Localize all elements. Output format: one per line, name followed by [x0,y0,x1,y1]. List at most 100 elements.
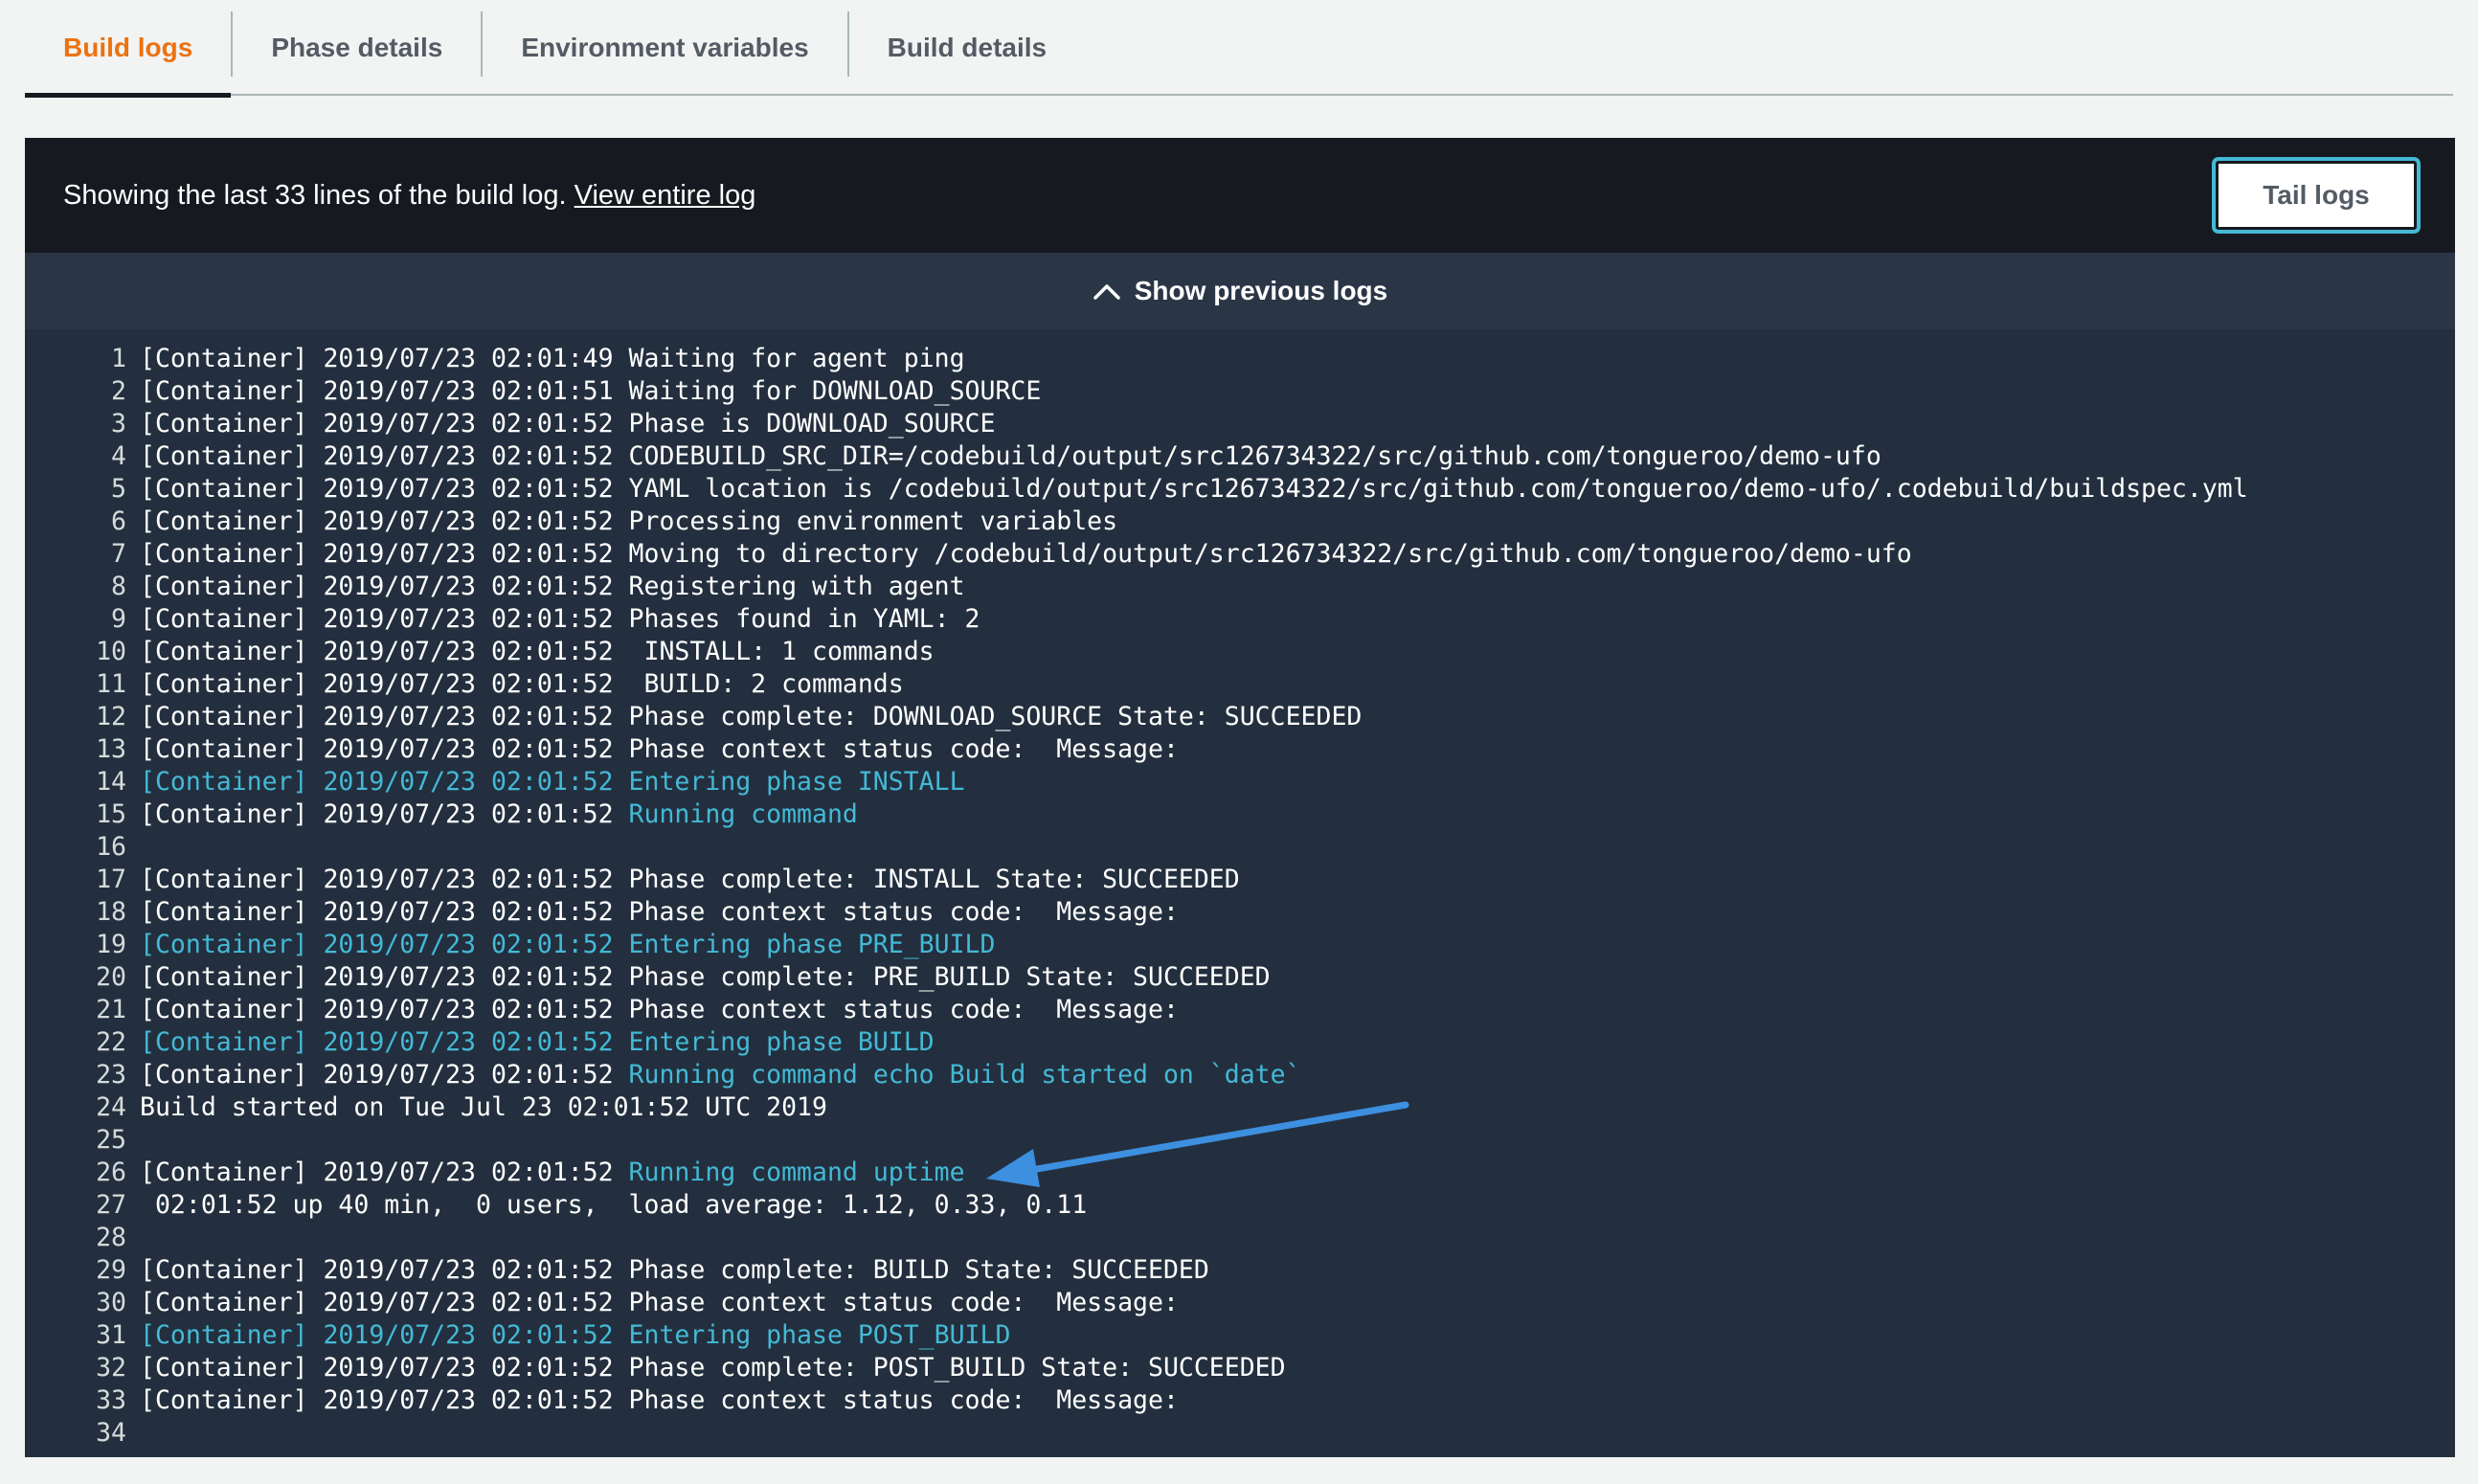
log-line: 11 [Container] 2019/07/23 02:01:52 BUILD:… [25,668,2455,701]
log-line-text: 02:01:52 up 40 min, 0 users, load averag… [140,1189,1087,1222]
log-line-text: [Container] 2019/07/23 02:01:52 Phase co… [140,1384,1179,1417]
log-line-number: 33 [96,1385,126,1415]
log-line-text: [Container] 2019/07/23 02:01:52 Processi… [140,506,1117,538]
log-line-number: 19 [96,930,126,959]
log-line-text: Build started on Tue Jul 23 02:01:52 UTC… [140,1091,827,1124]
log-line: 18 [Container] 2019/07/23 02:01:52 Phase … [25,896,2455,929]
log-line: 2 [Container] 2019/07/23 02:01:51 Waiting… [25,375,2455,408]
log-line: 20 [Container] 2019/07/23 02:01:52 Phase … [25,961,2455,994]
log-line-number: 11 [96,669,126,699]
show-previous-logs-button[interactable]: Show previous logs [25,253,2455,329]
log-line: 17 [Container] 2019/07/23 02:01:52 Phase … [25,864,2455,896]
log-summary-text: Showing the last 33 lines of the build l… [63,179,574,211]
log-line: 14 [Container] 2019/07/23 02:01:52 Enteri… [25,766,2455,798]
log-line-text: [Container] 2019/07/23 02:01:52 YAML loc… [140,473,2248,506]
log-line-number: 22 [96,1027,126,1057]
log-line: 5 [Container] 2019/07/23 02:01:52 YAML lo… [25,473,2455,506]
log-line: 3 [Container] 2019/07/23 02:01:52 Phase i… [25,408,2455,440]
log-output: 1 [Container] 2019/07/23 02:01:49 Waiting… [25,343,2455,1450]
log-line-number: 5 [111,474,126,504]
log-line: 23 [Container] 2019/07/23 02:01:52 Runnin… [25,1059,2455,1091]
log-line-text: [Container] 2019/07/23 02:01:52 Running … [140,1059,1301,1091]
log-line-number: 32 [96,1353,126,1383]
log-line: 31 [Container] 2019/07/23 02:01:52 Enteri… [25,1319,2455,1352]
log-text: [Container] 2019/07/23 02:01:52 Phases f… [140,604,980,634]
log-line-number: 7 [111,539,126,569]
log-text: [Container] 2019/07/23 02:01:52 Phase is… [140,409,996,438]
log-line: 7 [Container] 2019/07/23 02:01:52 Moving … [25,538,2455,571]
log-summary: Showing the last 33 lines of the build l… [63,180,755,212]
log-line-number: 10 [96,637,126,666]
tab-list: Build logs Phase details Environment var… [25,0,2453,98]
log-text: [Container] 2019/07/23 02:01:52 Phase co… [140,1288,1179,1317]
log-text: [Container] 2019/07/23 02:01:52 YAML loc… [140,474,2248,504]
log-line: 8 [Container] 2019/07/23 02:01:52 Registe… [25,571,2455,603]
log-line: 13 [Container] 2019/07/23 02:01:52 Phase … [25,733,2455,766]
log-line-text: [Container] 2019/07/23 02:01:49 Waiting … [140,343,965,375]
log-line: 34 [25,1417,2455,1450]
log-text: [Container] 2019/07/23 02:01:52 Phase co… [140,1353,1286,1383]
log-line: 12 [Container] 2019/07/23 02:01:52 Phase … [25,701,2455,733]
log-text: [Container] 2019/07/23 02:01:52 [140,1158,629,1187]
log-text: [Container] 2019/07/23 02:01:52 Phase co… [140,734,1179,764]
log-line-text: [Container] 2019/07/23 02:01:52 Phase is… [140,408,995,440]
tab-environment-variables[interactable]: Environment variables [483,0,846,96]
log-text-highlight: [Container] 2019/07/23 02:01:52 Entering… [140,1027,935,1057]
log-line: 22 [Container] 2019/07/23 02:01:52 Enteri… [25,1026,2455,1059]
view-entire-log-link[interactable]: View entire log [574,180,756,211]
log-line: 29 [Container] 2019/07/23 02:01:52 Phase … [25,1254,2455,1287]
tail-logs-button[interactable]: Tail logs [2216,161,2417,230]
log-line-text: [Container] 2019/07/23 02:01:52 Running … [140,1157,965,1189]
log-line: 25 [25,1124,2455,1157]
log-line: 6 [Container] 2019/07/23 02:01:52 Process… [25,506,2455,538]
log-text: [Container] 2019/07/23 02:01:52 Processi… [140,506,1118,536]
log-line-text: [Container] 2019/07/23 02:01:52 INSTALL:… [140,636,935,668]
log-line: 4 [Container] 2019/07/23 02:01:52 CODEBUI… [25,440,2455,473]
log-line-number: 9 [111,604,126,634]
build-log-panel: Showing the last 33 lines of the build l… [25,138,2455,1457]
log-text-highlight: Running command [628,799,858,829]
log-line-number: 1 [111,344,126,373]
log-line-text: [Container] 2019/07/23 02:01:52 Phase co… [140,994,1179,1026]
log-text: [Container] 2019/07/23 02:01:52 Phase co… [140,865,1240,894]
log-line-text: [Container] 2019/07/23 02:01:52 CODEBUIL… [140,440,1881,473]
log-text: [Container] 2019/07/23 02:01:52 Phase co… [140,702,1363,731]
log-line-text: [Container] 2019/07/23 02:01:52 Entering… [140,1319,1010,1352]
log-line-number: 13 [96,734,126,764]
log-text: [Container] 2019/07/23 02:01:52 Register… [140,572,965,601]
tab-build-details[interactable]: Build details [849,0,1085,96]
log-line: 28 [25,1222,2455,1254]
tab-phase-details[interactable]: Phase details [233,0,481,96]
log-line: 30 [Container] 2019/07/23 02:01:52 Phase … [25,1287,2455,1319]
log-line-text: [Container] 2019/07/23 02:01:52 Register… [140,571,965,603]
tabs-bar: Build logs Phase details Environment var… [25,0,2453,98]
log-line-number: 8 [111,572,126,601]
log-line-number: 14 [96,767,126,797]
log-line: 32 [Container] 2019/07/23 02:01:52 Phase … [25,1352,2455,1384]
log-line-text: [Container] 2019/07/23 02:01:52 Phase co… [140,1287,1179,1319]
show-previous-logs-label: Show previous logs [1134,276,1388,305]
log-line-number: 4 [111,441,126,471]
log-text-highlight: Running command uptime [628,1158,965,1187]
log-text: [Container] 2019/07/23 02:01:49 Waiting … [140,344,965,373]
log-line-number: 31 [96,1320,126,1350]
log-text: [Container] 2019/07/23 02:01:52 Phase co… [140,1255,1209,1285]
log-line-text: [Container] 2019/07/23 02:01:52 Phase co… [140,896,1179,929]
log-line-text: [Container] 2019/07/23 02:01:52 Entering… [140,1026,935,1059]
log-line-number: 27 [96,1190,126,1220]
log-line-number: 26 [96,1158,126,1187]
log-line-text: [Container] 2019/07/23 02:01:52 Moving t… [140,538,1912,571]
log-text-highlight: [Container] 2019/07/23 02:01:52 Entering… [140,930,996,959]
log-line-text: [Container] 2019/07/23 02:01:52 Phases f… [140,603,980,636]
log-line-number: 18 [96,897,126,927]
log-line-number: 25 [96,1125,126,1155]
log-line-text: [Container] 2019/07/23 02:01:52 BUILD: 2… [140,668,904,701]
log-line: 21 [Container] 2019/07/23 02:01:52 Phase … [25,994,2455,1026]
log-text: [Container] 2019/07/23 02:01:52 Phase co… [140,995,1179,1024]
log-text: [Container] 2019/07/23 02:01:52 INSTALL:… [140,637,935,666]
chevron-up-icon [1093,284,1120,300]
log-line-number: 29 [96,1255,126,1285]
log-line: 1 [Container] 2019/07/23 02:01:49 Waiting… [25,343,2455,375]
tab-build-logs[interactable]: Build logs [25,0,232,98]
log-text-highlight: Running command echo Build started on `d… [628,1060,1301,1090]
